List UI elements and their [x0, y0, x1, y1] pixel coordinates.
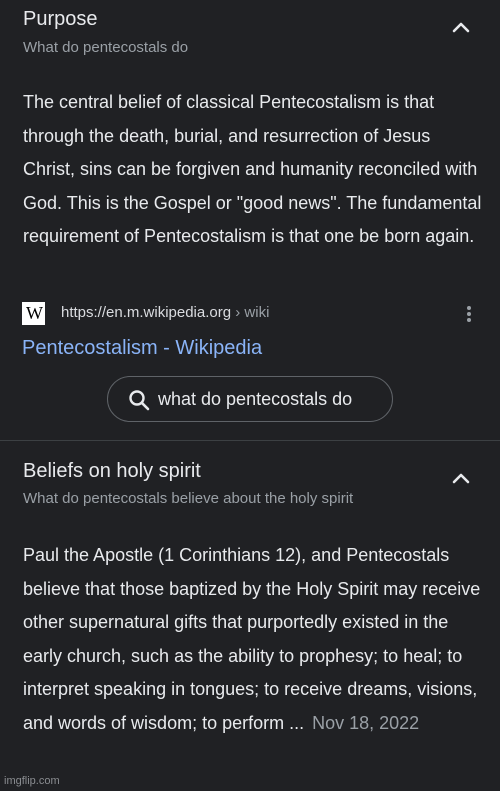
source-crumb: › wiki: [231, 304, 270, 321]
answer-body: Paul the Apostle (1 Corinthians 12), and…: [23, 545, 481, 733]
answer-text: The central belief of classical Pentecos…: [23, 92, 482, 246]
wikipedia-icon: W: [22, 302, 45, 325]
chevron-up-icon[interactable]: [450, 16, 472, 38]
related-search-chip[interactable]: what do pentecostals do: [107, 376, 393, 422]
section-title[interactable]: Purpose: [23, 8, 98, 31]
result-title-link[interactable]: Pentecostalism - Wikipedia: [22, 337, 262, 360]
section-subtitle: What do pentecostals believe about the h…: [23, 490, 354, 507]
answer-date: Nov 18, 2022: [312, 712, 420, 733]
source-domain: https://en.m.wikipedia.org: [61, 304, 232, 321]
source-row: W https://en.m.wikipedia.org › wiki: [22, 301, 482, 327]
answer-text: Paul the Apostle (1 Corinthians 12), and…: [23, 539, 485, 740]
section-subtitle: What do pentecostals do: [23, 39, 189, 56]
source-url[interactable]: https://en.m.wikipedia.org › wiki: [61, 304, 269, 321]
accordion-section-beliefs: Beliefs on holy spirit What do pentecost…: [0, 441, 500, 791]
section-title[interactable]: Beliefs on holy spirit: [23, 460, 201, 483]
accordion-section-purpose: Purpose What do pentecostals do The cent…: [0, 0, 500, 440]
chevron-up-icon[interactable]: [450, 467, 472, 489]
watermark: imgflip.com: [4, 775, 60, 787]
more-vert-icon[interactable]: [459, 301, 479, 327]
search-icon: [129, 390, 150, 411]
search-chip-label: what do pentecostals do: [158, 389, 353, 409]
